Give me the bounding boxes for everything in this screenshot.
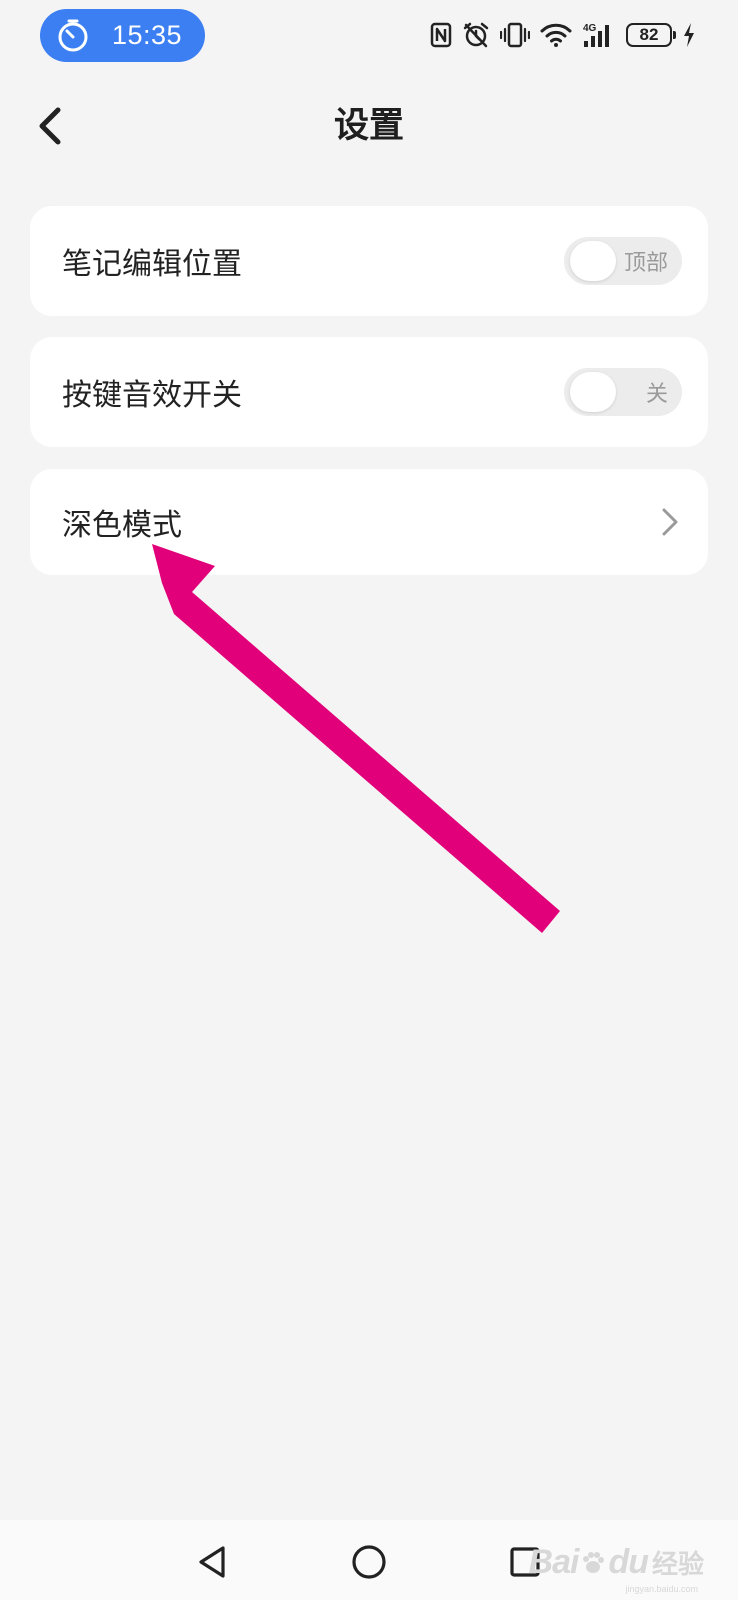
toggle-knob: [570, 372, 616, 412]
paw-icon: [583, 1551, 605, 1573]
note-position-toggle[interactable]: 顶部: [564, 237, 682, 285]
nav-home-icon: [352, 1545, 386, 1579]
watermark-brand-suffix: du: [608, 1543, 649, 1581]
charging-icon: [684, 23, 694, 47]
baidu-watermark: Bai du 经验 jingyan.baidu.com: [528, 1543, 704, 1594]
watermark-cn: 经验: [651, 1549, 704, 1579]
toggle-knob: [570, 241, 616, 281]
status-icons: 4G 82: [430, 18, 696, 52]
timer-icon: [58, 19, 88, 51]
vibrate-icon: [500, 22, 530, 48]
setting-label: 按键音效开关: [62, 378, 242, 413]
watermark-domain: jingyan.baidu.com: [625, 1584, 698, 1594]
key-sound-toggle[interactable]: 关: [564, 368, 682, 416]
network-label: 4G: [583, 23, 597, 34]
nav-home-button[interactable]: [347, 1540, 391, 1584]
setting-label: 笔记编辑位置: [62, 247, 242, 282]
battery-icon: 82: [626, 23, 676, 47]
chevron-right-icon: [658, 505, 682, 539]
nfc-icon: [430, 22, 452, 48]
alarm-icon: [463, 22, 489, 48]
nav-back-button[interactable]: [190, 1540, 234, 1584]
setting-note-edit-position[interactable]: 笔记编辑位置 顶部: [30, 206, 708, 316]
toggle-text: 关: [645, 382, 668, 407]
wifi-icon: [540, 23, 572, 47]
setting-key-sound[interactable]: 按键音效开关 关: [30, 337, 708, 447]
page-title: 设置: [333, 106, 404, 146]
signal-icon: 4G: [583, 23, 609, 47]
setting-label: 深色模式: [62, 508, 182, 543]
battery-level: 82: [639, 25, 659, 44]
toggle-text: 顶部: [623, 251, 668, 276]
annotation-arrow-shape: [152, 544, 560, 933]
navigation-bar: Bai du 经验 jingyan.baidu.com: [0, 1520, 738, 1600]
watermark-brand: Bai: [528, 1543, 580, 1581]
setting-dark-mode[interactable]: 深色模式: [30, 469, 708, 575]
status-timer-pill[interactable]: 15:35: [40, 9, 205, 62]
nav-back-icon: [199, 1546, 225, 1578]
status-time: 15:35: [112, 20, 183, 50]
